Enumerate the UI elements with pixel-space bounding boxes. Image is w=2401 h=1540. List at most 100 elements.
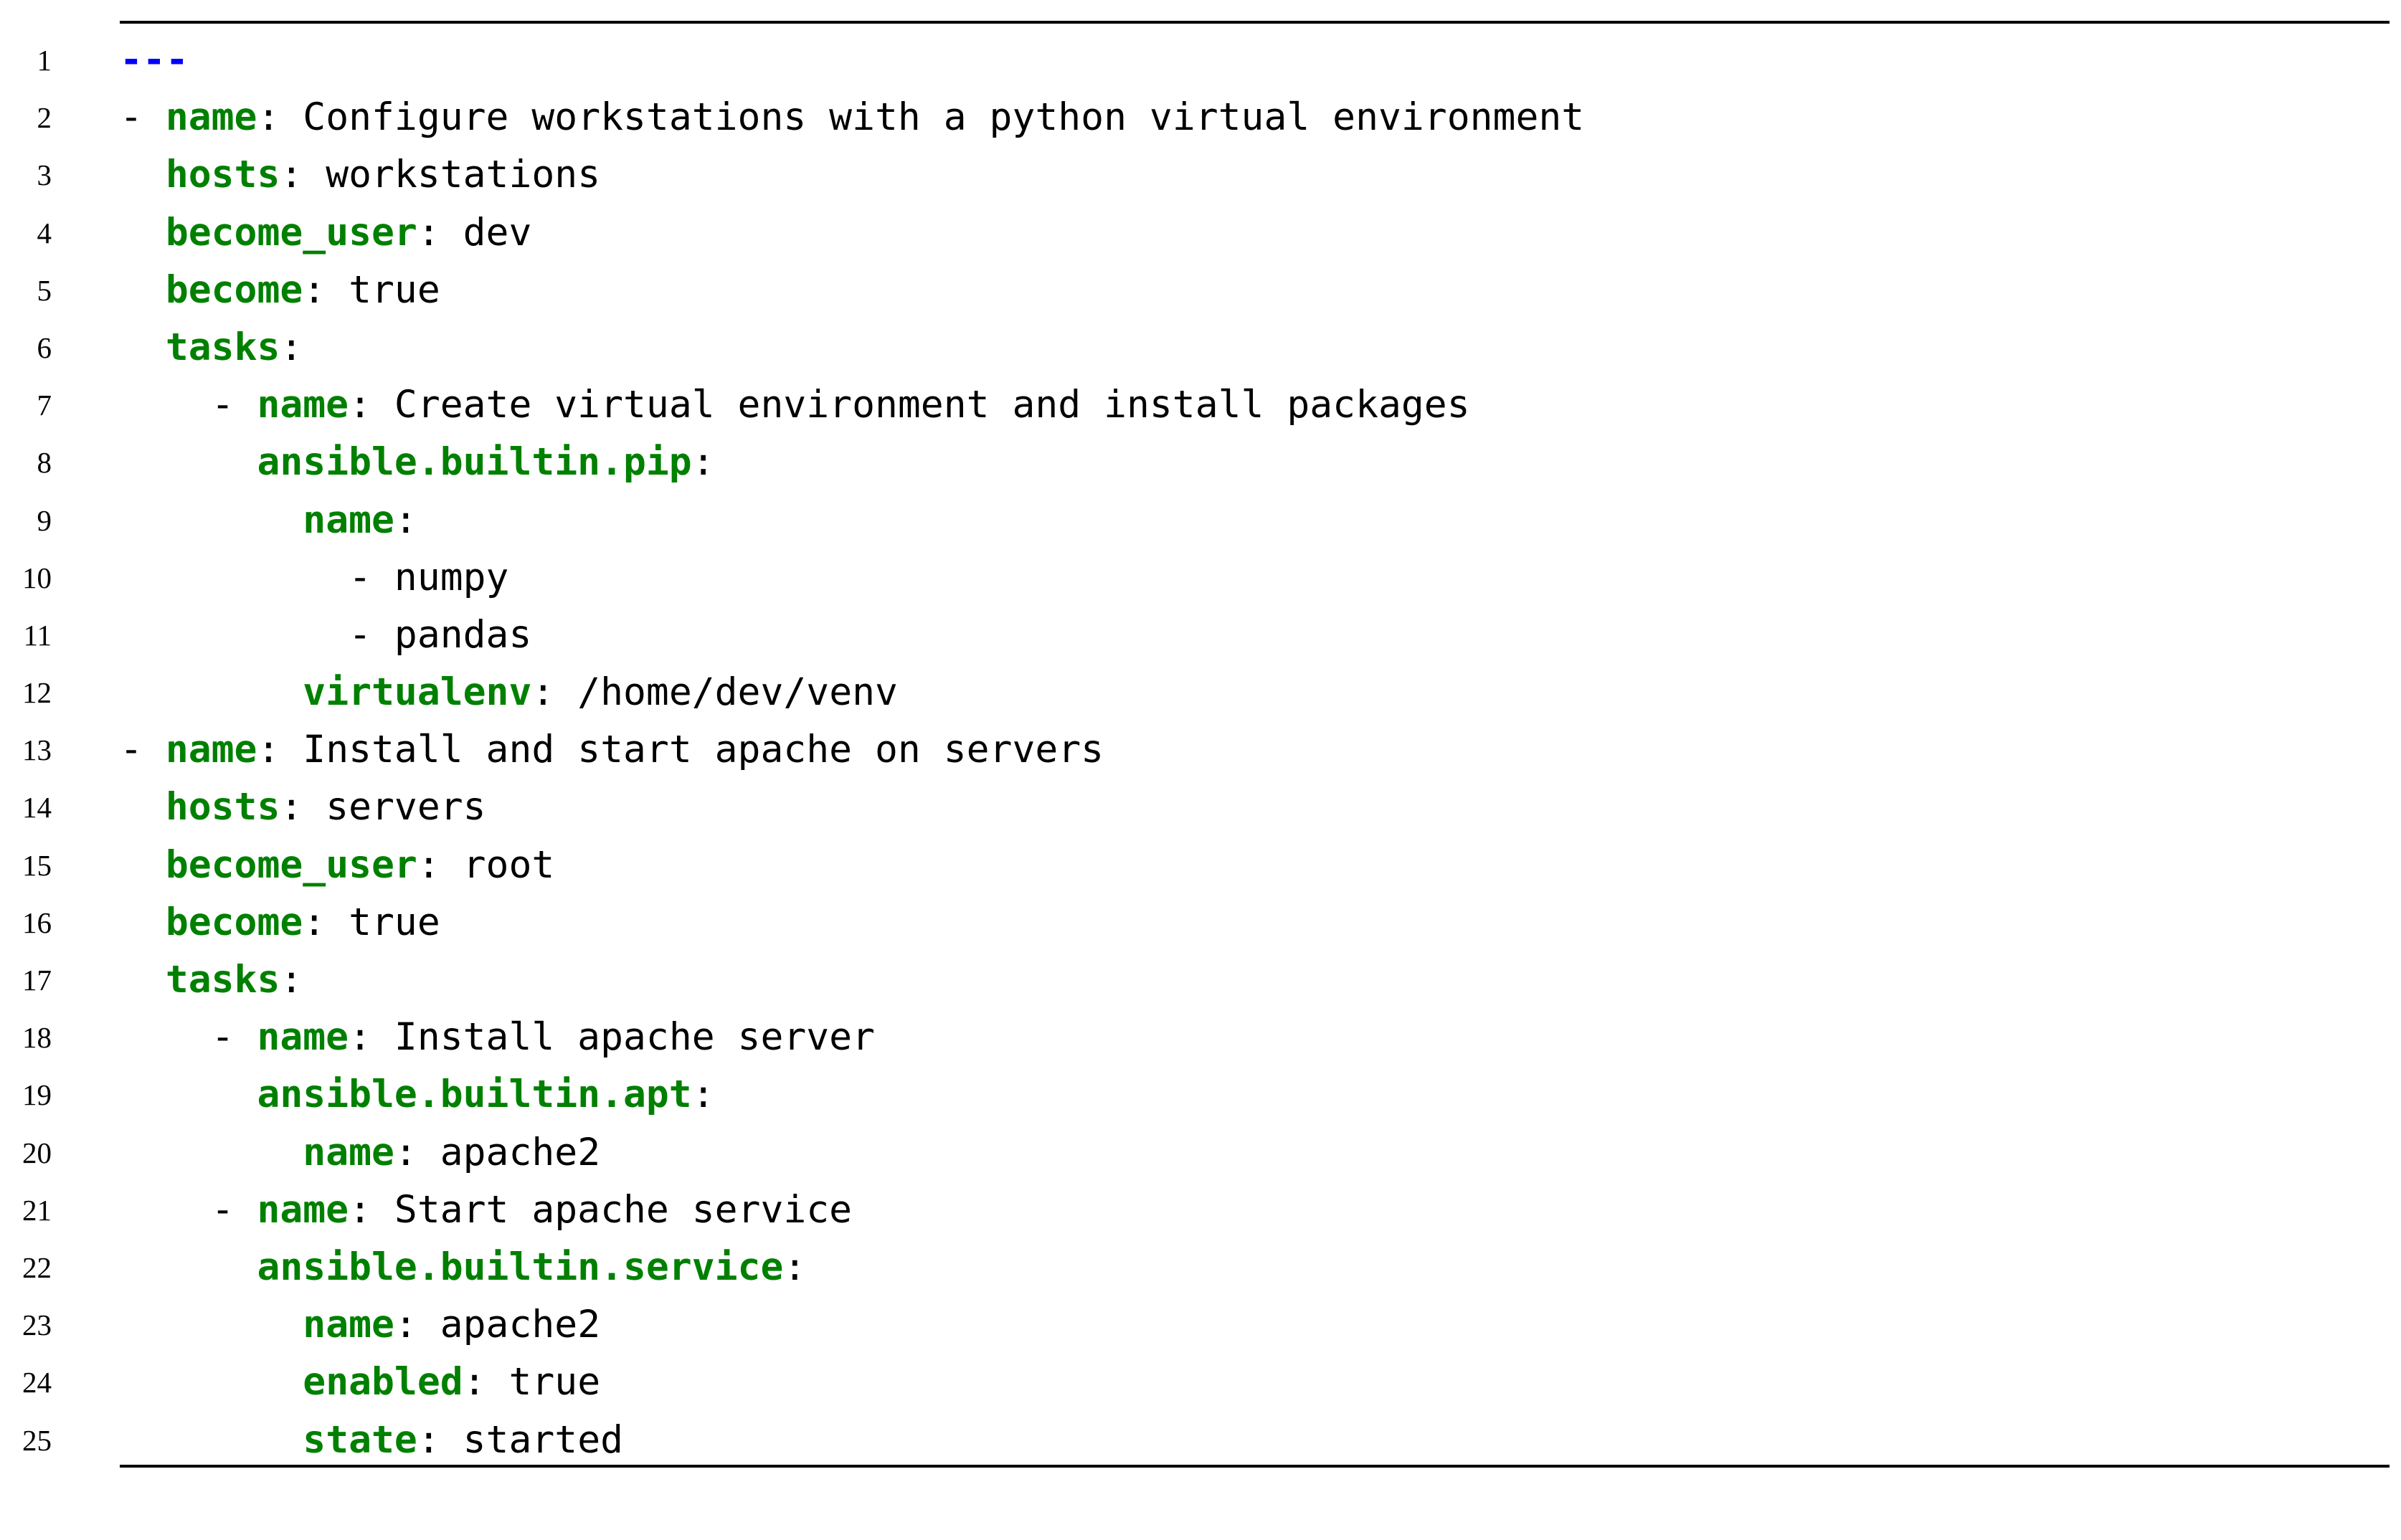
yaml-key: name [257, 1187, 349, 1232]
code-plain-text: : true [303, 900, 440, 944]
code-plain-text [120, 1418, 303, 1462]
code-plain-text: : workstations [280, 153, 601, 197]
yaml-key: ansible.builtin.apt [257, 1073, 692, 1117]
code-plain-text [120, 1360, 303, 1404]
yaml-key: hosts [165, 153, 280, 197]
code-plain-text: : Install apache server [349, 1015, 875, 1060]
line-number: 1 [37, 44, 52, 77]
yaml-key: name [303, 498, 394, 542]
code-text: ansible.builtin.apt: [120, 1066, 714, 1123]
line-number: 9 [37, 503, 52, 537]
code-plain-text [120, 670, 303, 714]
line-number: 20 [22, 1136, 52, 1169]
code-line: 6 tasks: [0, 319, 2401, 376]
code-text: state: started [120, 1412, 623, 1469]
code-plain-text: - [120, 1015, 257, 1060]
code-plain-text: : [783, 1245, 807, 1289]
code-plain-text: - [120, 383, 257, 427]
code-text: ansible.builtin.service: [120, 1239, 806, 1296]
yaml-key: name [165, 95, 257, 140]
line-number: 15 [22, 848, 52, 882]
code-plain-text: : Create virtual environment and install… [349, 383, 1470, 427]
code-line: 13 - name: Install and start apache on se… [0, 721, 2401, 779]
code-line: 19 ansible.builtin.apt: [0, 1066, 2401, 1123]
code-plain-text: : servers [280, 785, 486, 830]
code-text: - numpy [120, 549, 508, 607]
line-number: 4 [37, 216, 52, 249]
code-line: 17 tasks: [0, 951, 2401, 1009]
code-text: become_user: dev [120, 204, 532, 262]
code-plain-text: - pandas [120, 612, 532, 657]
code-plain-text: - numpy [120, 555, 509, 599]
yaml-document-marker: --- [120, 38, 189, 82]
code-plain-text [120, 325, 166, 369]
line-number: 21 [22, 1193, 52, 1227]
line-number: 17 [22, 964, 52, 997]
code-text: tasks: [120, 319, 303, 376]
yaml-key: hosts [165, 785, 280, 830]
code-plain-text: : true [303, 267, 440, 312]
code-line: 14 hosts: servers [0, 779, 2401, 836]
code-line: 10 - numpy [0, 549, 2401, 607]
code-plain-text: : Install and start apache on servers [257, 728, 1104, 772]
code-text: - pandas [120, 607, 531, 664]
bottom-rule [120, 1465, 2390, 1468]
yaml-key: become_user [165, 842, 417, 887]
code-text: - name: Create virtual environment and i… [120, 376, 1470, 434]
code-text: enabled: true [120, 1354, 600, 1411]
line-number: 5 [37, 273, 52, 307]
line-number: 14 [22, 791, 52, 824]
line-number: 18 [22, 1021, 52, 1055]
code-text: - name: Configure workstations with a py… [120, 89, 1584, 146]
code-line: 7 - name: Create virtual environment and… [0, 376, 2401, 434]
code-text: virtualenv: /home/dev/venv [120, 664, 898, 721]
code-text: name: [120, 492, 417, 549]
code-plain-text: : /home/dev/venv [531, 670, 898, 715]
code-plain-text: : started [417, 1417, 624, 1462]
code-plain-text: : dev [417, 210, 532, 255]
code-plain-text [120, 440, 257, 484]
code-line: 2 - name: Configure workstations with a p… [0, 89, 2401, 146]
code-lines: 1 --- 2- name: Configure workstations with… [0, 32, 2401, 1469]
yaml-key: state [303, 1417, 417, 1462]
code-plain-text [120, 153, 166, 196]
code-text: --- [120, 32, 189, 89]
line-number: 13 [22, 733, 52, 767]
code-line: 3 hosts: workstations [0, 146, 2401, 204]
code-plain-text [120, 843, 166, 887]
code-listing: 1 --- 2- name: Configure workstations with… [0, 0, 2401, 1540]
line-number: 7 [37, 389, 52, 422]
code-line: 22 ansible.builtin.service: [0, 1239, 2401, 1296]
code-text: - name: Install apache server [120, 1009, 875, 1066]
line-number: 11 [23, 618, 52, 652]
code-text: - name: Start apache service [120, 1182, 852, 1239]
code-plain-text [120, 1073, 257, 1116]
code-plain-text [120, 1303, 303, 1346]
code-text: - name: Install and start apache on serv… [120, 721, 1104, 779]
yaml-key: name [257, 1015, 349, 1060]
code-text: hosts: servers [120, 779, 486, 836]
code-text: ansible.builtin.pip: [120, 434, 715, 491]
yaml-key: ansible.builtin.pip [257, 440, 692, 485]
line-number: 6 [37, 331, 52, 364]
yaml-key: become [165, 267, 303, 312]
code-plain-text: - [120, 95, 166, 140]
line-number: 25 [22, 1423, 52, 1457]
code-plain-text [120, 1245, 257, 1289]
code-text: name: apache2 [120, 1296, 600, 1354]
code-text: hosts: workstations [120, 146, 600, 204]
yaml-key: tasks [165, 958, 280, 1002]
code-line: 15 become_user: root [0, 837, 2401, 894]
code-text: become_user: root [120, 837, 554, 894]
code-text: tasks: [120, 951, 303, 1009]
code-line: 16 become: true [0, 894, 2401, 951]
yaml-key: ansible.builtin.service [257, 1245, 784, 1289]
yaml-key: tasks [165, 325, 280, 369]
code-line: 5 become: true [0, 262, 2401, 319]
line-number: 8 [37, 446, 52, 480]
code-text: become: true [120, 894, 440, 951]
code-plain-text: : [691, 440, 715, 485]
yaml-key: name [303, 1303, 394, 1347]
code-line: 18 - name: Install apache server [0, 1009, 2401, 1066]
yaml-key: become_user [165, 210, 417, 255]
